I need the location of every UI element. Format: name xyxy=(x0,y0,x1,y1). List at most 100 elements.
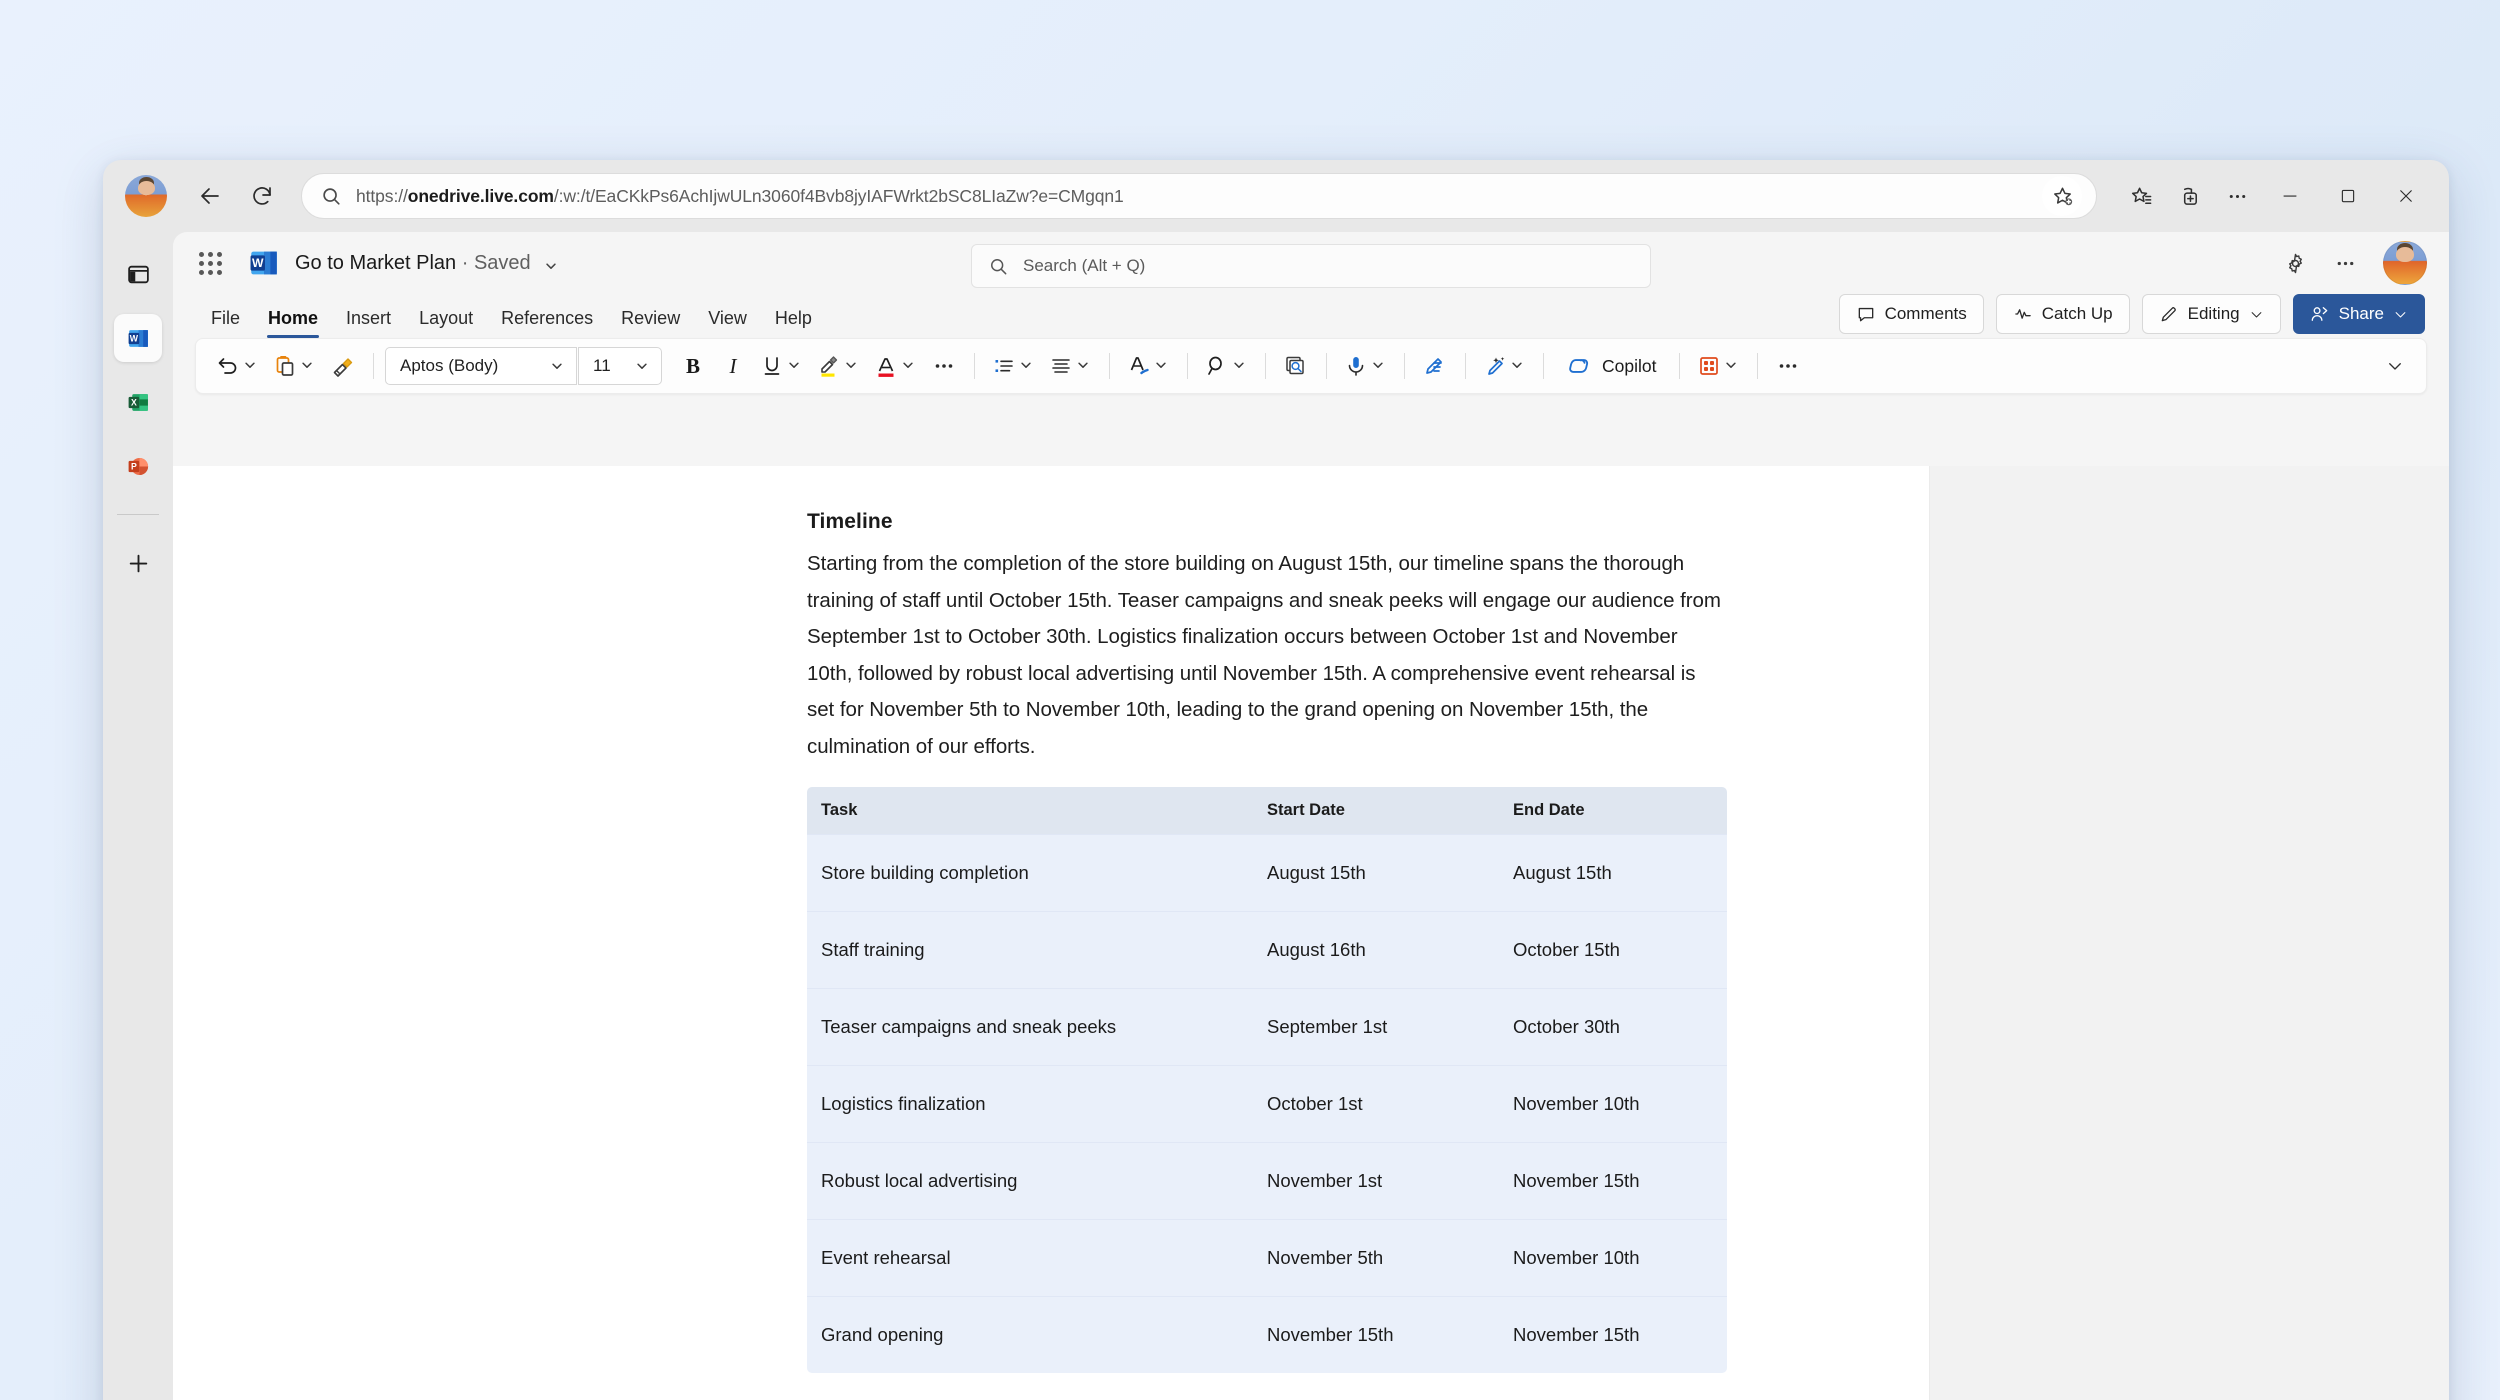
tab-insert[interactable]: Insert xyxy=(332,308,405,338)
text-highlight-button[interactable] xyxy=(811,346,866,386)
chevron-down-icon[interactable] xyxy=(1019,358,1035,374)
collections-icon[interactable] xyxy=(2167,174,2211,218)
minimize-icon[interactable] xyxy=(2263,174,2317,218)
cell-task: Grand opening xyxy=(807,1296,1255,1373)
chevron-down-icon xyxy=(2395,311,2406,317)
chevron-down-icon[interactable] xyxy=(901,358,917,374)
font-color-button[interactable] xyxy=(868,346,923,386)
styles-button[interactable] xyxy=(1121,346,1176,386)
document-saved-status: · Saved xyxy=(461,251,531,274)
cell-end-date: August 15th xyxy=(1501,834,1727,912)
gear-icon[interactable] xyxy=(2273,241,2317,285)
document-page[interactable]: Timeline Starting from the completion of… xyxy=(173,466,1929,1400)
toolbar-divider xyxy=(1404,353,1405,379)
dictate-button[interactable] xyxy=(1338,346,1393,386)
cell-end-date: November 10th xyxy=(1501,1065,1727,1143)
table-row: Logistics finalization October 1st Novem… xyxy=(807,1065,1727,1143)
avatar[interactable] xyxy=(2383,241,2427,285)
chevron-down-icon[interactable] xyxy=(1232,358,1248,374)
add-favorite-icon[interactable] xyxy=(2042,176,2082,216)
excel-app-icon[interactable]: X xyxy=(114,378,162,426)
chevron-down-icon[interactable] xyxy=(844,358,860,374)
toolbar-divider xyxy=(1326,353,1327,379)
paste-button[interactable] xyxy=(267,346,322,386)
chevron-down-icon[interactable] xyxy=(787,358,803,374)
cell-start-date: September 1st xyxy=(1255,988,1501,1066)
paragraph-align-button[interactable] xyxy=(1043,346,1098,386)
catch-up-button[interactable]: Catch Up xyxy=(1995,294,2130,334)
share-button[interactable]: Share xyxy=(2292,294,2425,334)
document-canvas: Timeline Starting from the completion of… xyxy=(173,466,2449,1400)
chevron-down-icon[interactable] xyxy=(243,358,259,374)
generated-timeline-table[interactable]: Task Start Date End Date Store building … xyxy=(807,787,1727,1373)
table-row: Robust local advertising November 1st No… xyxy=(807,1142,1727,1220)
split-screen-icon[interactable] xyxy=(114,250,162,298)
maximize-icon[interactable] xyxy=(2321,174,2375,218)
tab-home[interactable]: Home xyxy=(254,308,332,338)
chevron-down-icon[interactable] xyxy=(1724,358,1740,374)
ribbon-toolbar-wrap: Aptos (Body) 11 B I Copilot xyxy=(173,338,2449,394)
font-size-select[interactable]: 11 xyxy=(578,347,662,385)
comments-button[interactable]: Comments xyxy=(1838,294,1984,334)
refresh-icon[interactable] xyxy=(241,175,283,217)
browser-toolbar: https://onedrive.live.com/:w:/t/EaCKkPs6… xyxy=(103,160,2449,232)
more-options-icon[interactable] xyxy=(2323,241,2367,285)
undo-button[interactable] xyxy=(210,346,265,386)
browser-more-icon[interactable] xyxy=(2215,174,2259,218)
italic-label: I xyxy=(729,353,737,378)
editor-button[interactable] xyxy=(1416,346,1454,386)
collapse-ribbon-icon[interactable] xyxy=(2378,349,2412,383)
cell-end-date: November 15th xyxy=(1501,1296,1727,1373)
browser-profile-avatar[interactable] xyxy=(125,175,167,217)
designer-button[interactable] xyxy=(1477,346,1532,386)
share-label: Share xyxy=(2338,304,2384,323)
format-painter-button[interactable] xyxy=(324,346,362,386)
tab-file[interactable]: File xyxy=(197,308,254,338)
cell-start-date: August 16th xyxy=(1255,911,1501,989)
copilot-button[interactable]: Copilot xyxy=(1555,346,1668,386)
editing-mode-button[interactable]: Editing xyxy=(2141,294,2281,334)
chevron-down-icon[interactable] xyxy=(1371,358,1387,374)
chevron-down-icon[interactable] xyxy=(1076,358,1092,374)
italic-button[interactable]: I xyxy=(714,346,752,386)
powerpoint-app-icon[interactable]: P xyxy=(114,442,162,490)
chevron-down-icon[interactable] xyxy=(300,358,316,374)
address-bar[interactable]: https://onedrive.live.com/:w:/t/EaCKkPs6… xyxy=(301,173,2097,219)
more-font-options-button[interactable] xyxy=(925,346,963,386)
word-app-icon[interactable]: W xyxy=(114,314,162,362)
catch-up-icon xyxy=(2015,309,2031,319)
find-button[interactable] xyxy=(1199,346,1254,386)
app-launcher-icon[interactable] xyxy=(189,242,231,284)
tab-view[interactable]: View xyxy=(694,308,761,338)
cell-task: Event rehearsal xyxy=(807,1219,1255,1297)
chevron-down-icon[interactable] xyxy=(1510,358,1526,374)
cell-start-date: November 5th xyxy=(1255,1219,1501,1297)
close-icon[interactable] xyxy=(2379,174,2433,218)
table-row: Grand opening November 15th November 15t… xyxy=(807,1296,1727,1373)
tab-review[interactable]: Review xyxy=(607,308,694,338)
svg-text:X: X xyxy=(131,397,137,407)
screen: https://onedrive.live.com/:w:/t/EaCKkPs6… xyxy=(0,0,2500,1400)
bold-button[interactable]: B xyxy=(674,346,712,386)
tab-references[interactable]: References xyxy=(487,308,607,338)
chevron-down-icon[interactable] xyxy=(544,256,558,270)
addins-button[interactable] xyxy=(1691,346,1746,386)
favorites-icon[interactable] xyxy=(2119,174,2163,218)
cell-end-date: October 30th xyxy=(1501,988,1727,1066)
word-app-header: W Go to Market Plan · Saved Search (Alt … xyxy=(173,232,2449,294)
immersive-reader-button[interactable] xyxy=(1277,346,1315,386)
chevron-down-icon[interactable] xyxy=(1154,358,1170,374)
ribbon-overflow-button[interactable] xyxy=(1769,346,1807,386)
browser-action-icons xyxy=(2119,174,2433,218)
font-name-select[interactable]: Aptos (Body) xyxy=(385,347,577,385)
edge-app-rail: W X P xyxy=(103,232,173,1400)
bullets-button[interactable] xyxy=(986,346,1041,386)
document-title[interactable]: Go to Market Plan · Saved xyxy=(295,252,558,275)
underline-button[interactable] xyxy=(754,346,809,386)
tab-help[interactable]: Help xyxy=(761,308,826,338)
back-arrow-icon[interactable] xyxy=(189,175,231,217)
tab-layout[interactable]: Layout xyxy=(405,308,487,338)
search-input[interactable]: Search (Alt + Q) xyxy=(971,244,1651,288)
chevron-down-icon xyxy=(2251,311,2261,317)
add-app-icon[interactable] xyxy=(114,539,162,587)
